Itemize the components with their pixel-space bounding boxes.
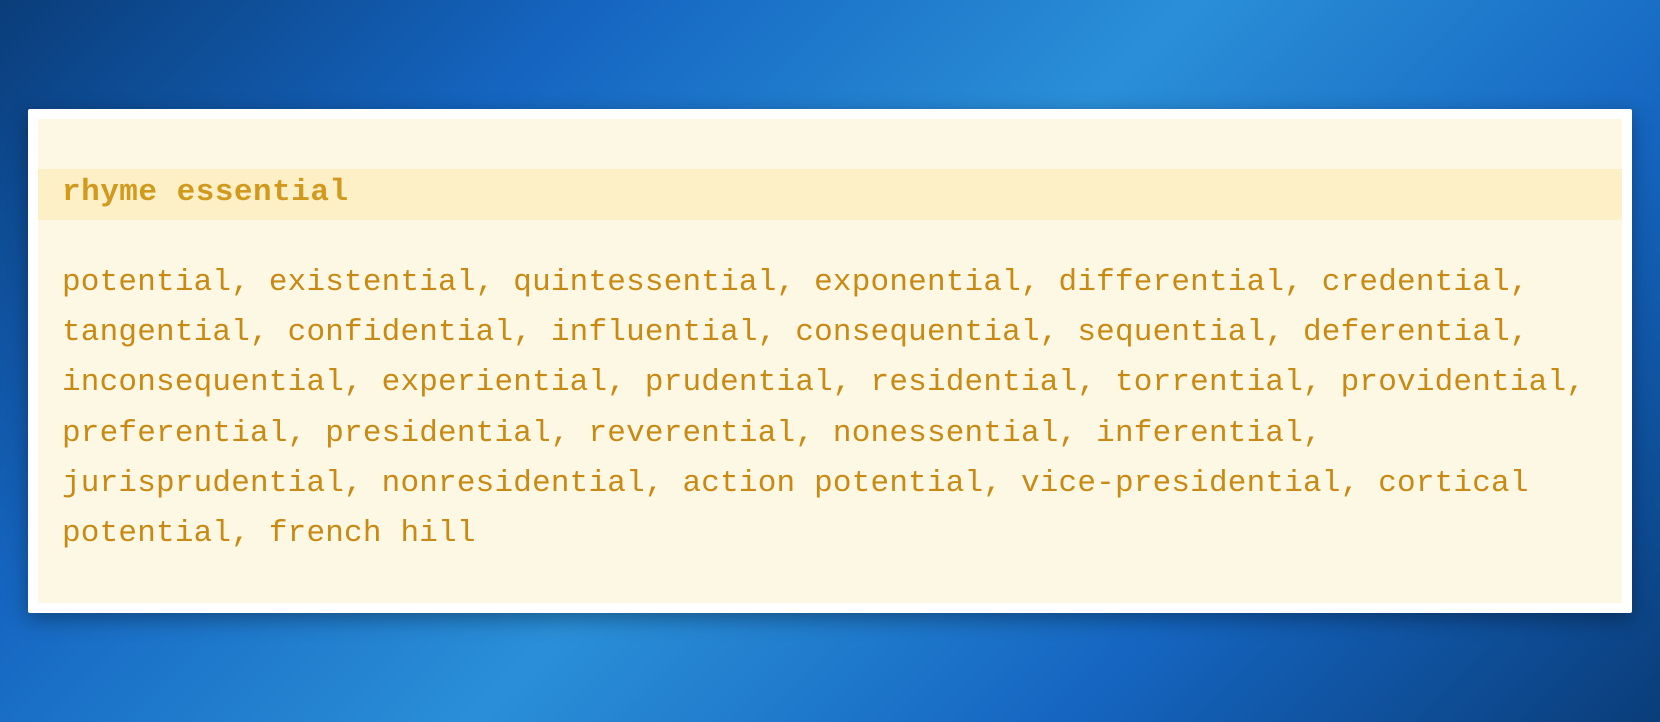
results-area: potential, existential, quintessential, … bbox=[38, 220, 1622, 571]
header-spacer bbox=[38, 119, 1622, 169]
query-bar: rhyme essential bbox=[38, 169, 1622, 220]
query-text: rhyme essential bbox=[62, 175, 349, 210]
card-frame: rhyme essential potential, existential, … bbox=[28, 109, 1632, 613]
result-card: rhyme essential potential, existential, … bbox=[38, 119, 1622, 603]
results-list: potential, existential, quintessential, … bbox=[62, 258, 1598, 559]
